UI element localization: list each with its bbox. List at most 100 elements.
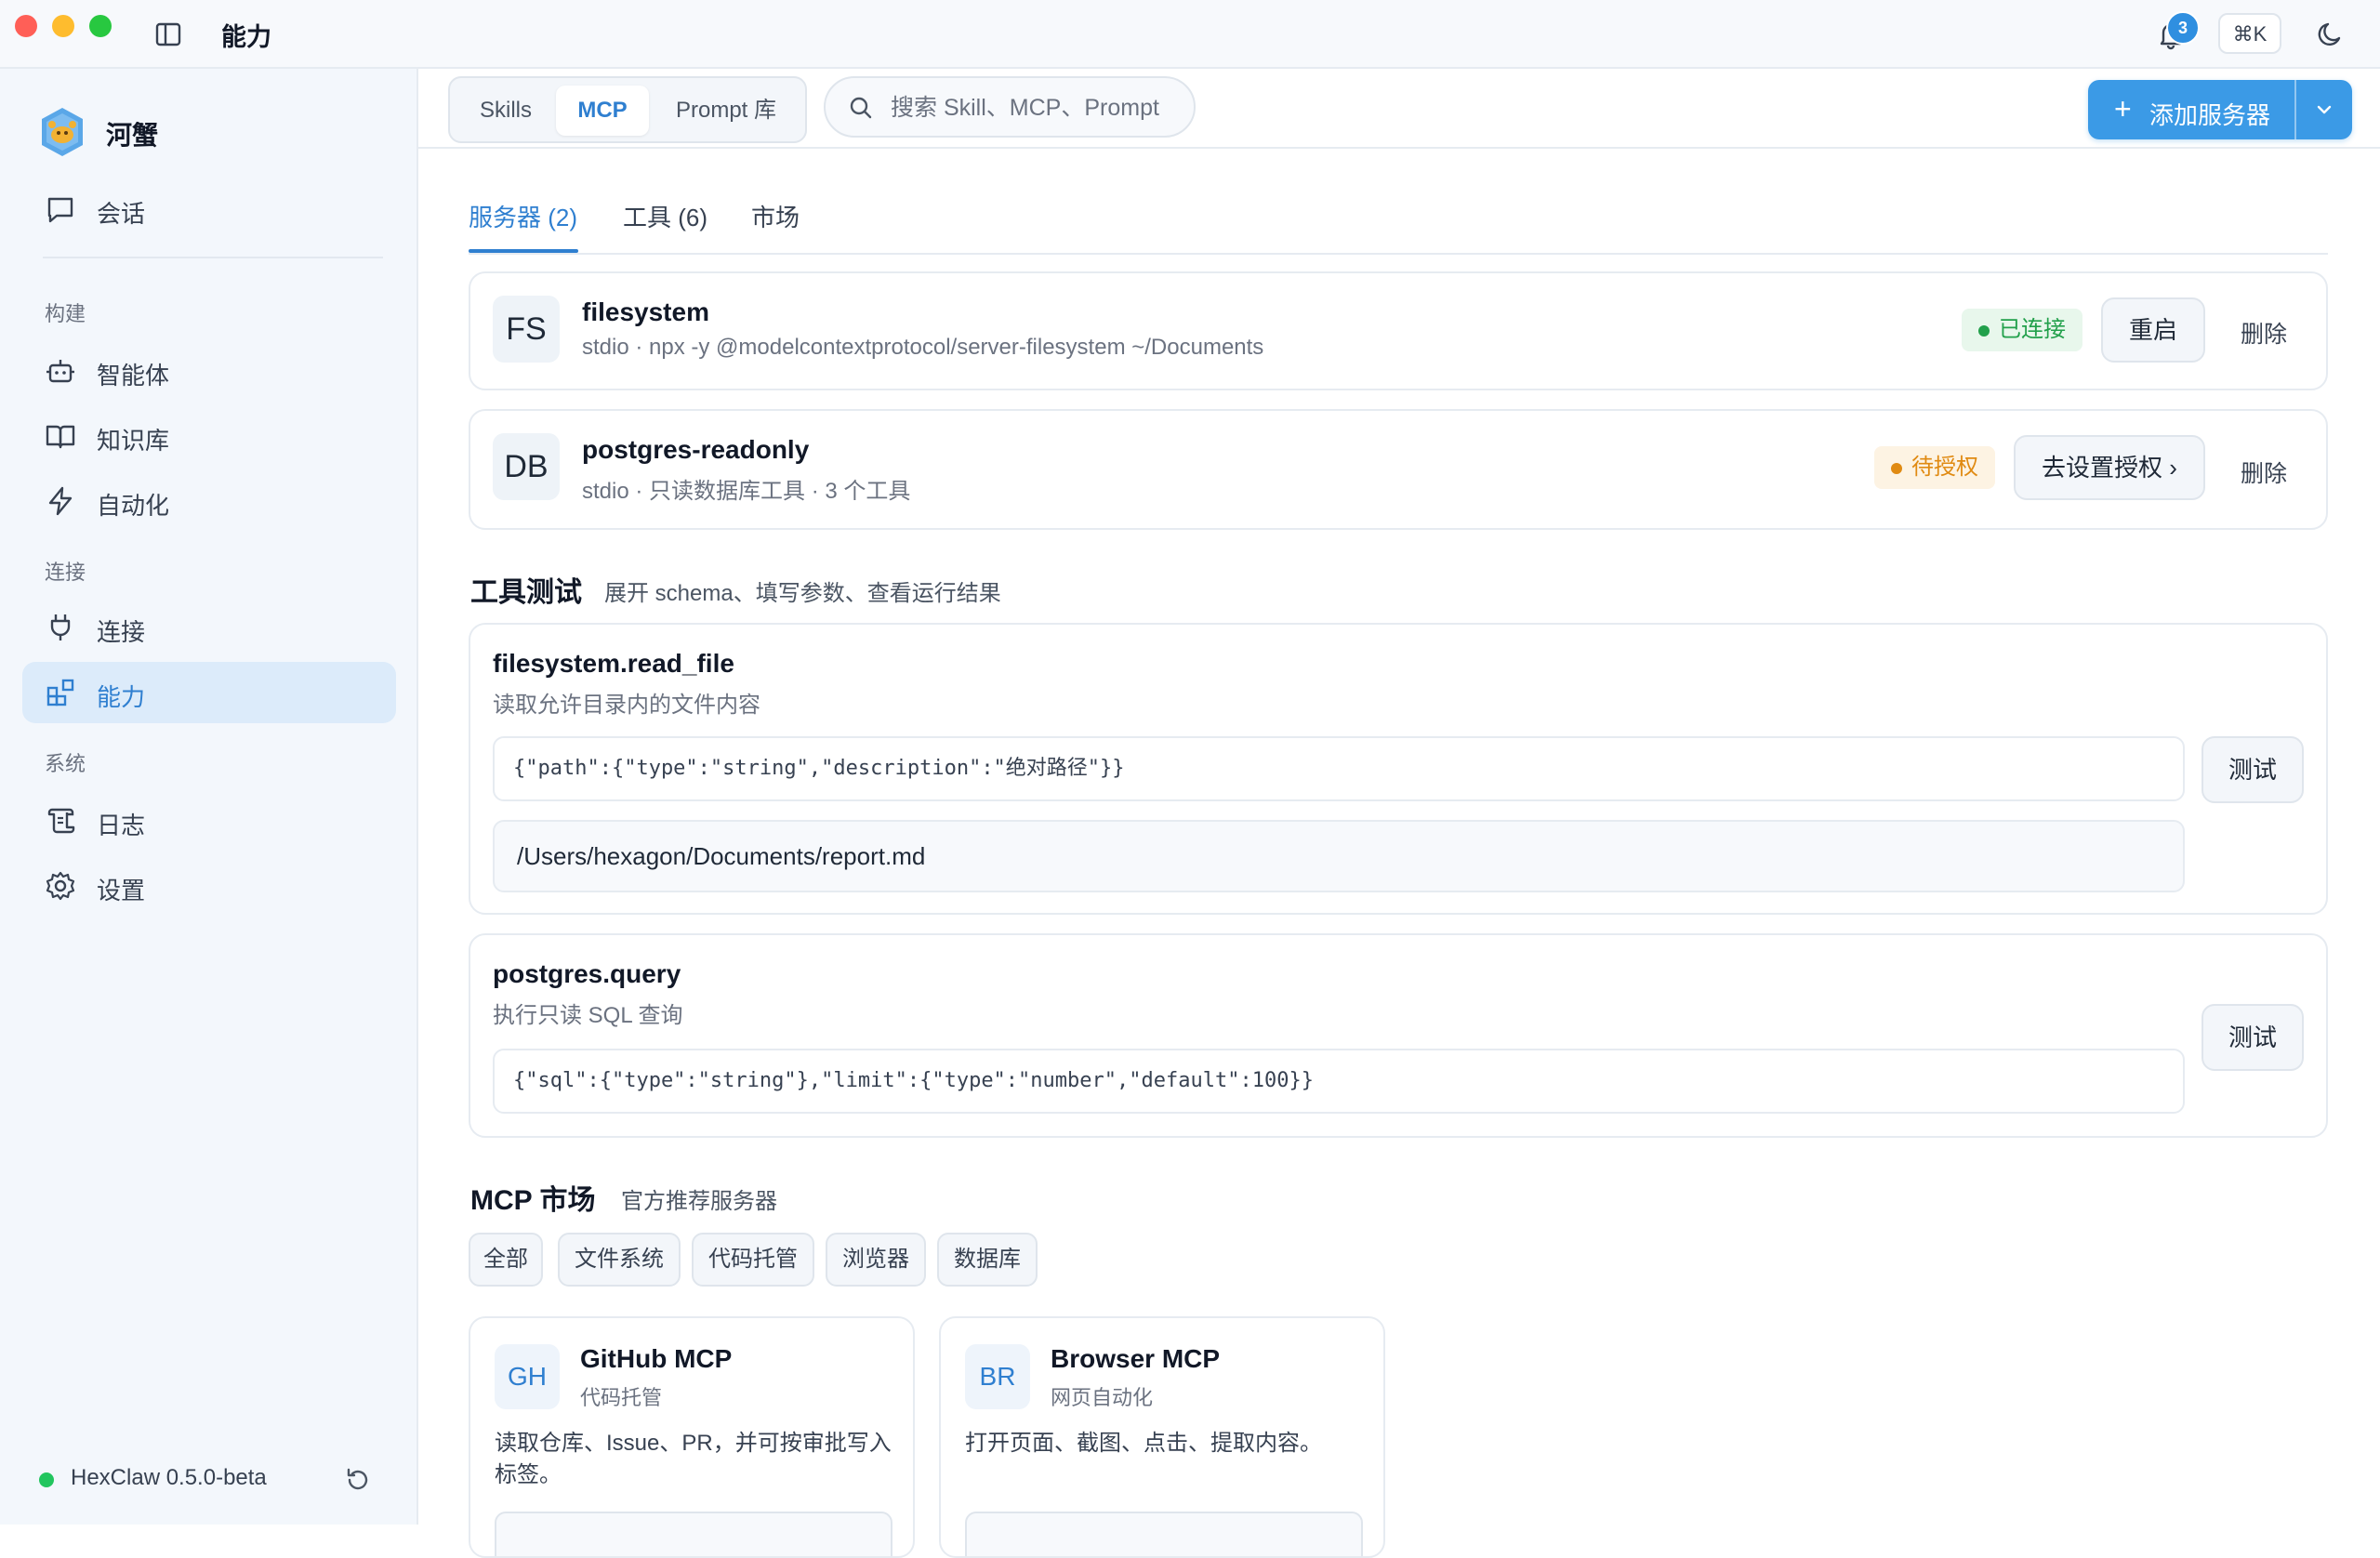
notification-badge: 3 xyxy=(2166,11,2200,45)
robot-icon xyxy=(46,360,74,383)
server-card-filesystem: FS filesystem stdio · npx -y @modelconte… xyxy=(469,271,2328,390)
filter-chip-database[interactable]: 数据库 xyxy=(937,1233,1038,1287)
online-status-dot xyxy=(39,1472,54,1487)
scroll-icon xyxy=(47,808,75,834)
market-card-name: Browser MCP xyxy=(1051,1344,1221,1373)
add-server-dropdown-button[interactable] xyxy=(2296,80,2352,139)
test-button[interactable]: 测试 xyxy=(2202,1004,2304,1071)
tool-test-subtitle: 展开 schema、填写参数、查看运行结果 xyxy=(604,581,1001,606)
status-dot xyxy=(1891,463,1902,474)
segment-control: Skills MCP Prompt 库 xyxy=(448,76,807,143)
sidebar-item-agents[interactable]: 智能体 xyxy=(22,340,396,402)
test-button[interactable]: 测试 xyxy=(2202,736,2304,803)
market-title: MCP 市场 xyxy=(470,1185,596,1216)
tab-tools[interactable]: 工具 (6) xyxy=(623,199,707,233)
server-description: stdio · npx -y @modelcontextprotocol/ser… xyxy=(582,335,1264,360)
lightning-icon xyxy=(48,486,73,516)
close-window-button[interactable] xyxy=(15,15,37,37)
minimize-window-button[interactable] xyxy=(52,15,74,37)
sub-tabs: 服务器 (2) 工具 (6) 市场 xyxy=(469,186,2328,255)
book-icon xyxy=(46,425,75,449)
tab-market[interactable]: 市场 xyxy=(751,199,800,233)
sidebar-item-chat[interactable]: 会话 xyxy=(22,178,396,240)
maximize-window-button[interactable] xyxy=(89,15,112,37)
plus-icon: + xyxy=(2114,92,2132,125)
filter-chip-browser[interactable]: 浏览器 xyxy=(826,1233,926,1287)
section-label-connect: 连接 xyxy=(45,561,86,584)
section-label-build: 构建 xyxy=(45,302,86,325)
market-card-browser[interactable]: BR Browser MCP 网页自动化 打开页面、截图、点击、提取内容。 xyxy=(939,1316,1385,1558)
configure-auth-button[interactable]: 去设置授权 › xyxy=(2014,435,2205,500)
sidebar-toggle-icon[interactable] xyxy=(154,20,182,48)
add-server-button[interactable]: + 添加服务器 xyxy=(2088,80,2294,139)
tool-description: 执行只读 SQL 查询 xyxy=(493,1003,683,1028)
search-input[interactable] xyxy=(889,87,1190,128)
market-card-github[interactable]: GH GitHub MCP 代码托管 读取仓库、Issue、PR，并可按审批写入… xyxy=(469,1316,915,1558)
tool-param-input[interactable] xyxy=(493,820,2185,892)
sidebar: 河蟹 会话 构建 智能体 知识库 自动化 连接 连接 能力 系统 日志 设置 xyxy=(0,69,418,1525)
sidebar-item-automation[interactable]: 自动化 xyxy=(22,470,396,532)
search-box xyxy=(824,76,1196,138)
server-name: postgres-readonly xyxy=(582,435,810,464)
page-title: 能力 xyxy=(221,23,271,51)
status-label: 待授权 xyxy=(1911,455,1978,480)
sidebar-item-settings[interactable]: 设置 xyxy=(22,855,396,917)
tab-servers[interactable]: 服务器 (2) xyxy=(469,199,577,233)
blocks-icon xyxy=(46,679,74,706)
market-card-avatar: BR xyxy=(965,1344,1030,1409)
market-card-name: GitHub MCP xyxy=(580,1344,733,1373)
market-card-description: 读取仓库、Issue、PR，并可按审批写入标签。 xyxy=(495,1431,892,1487)
add-server-button-group: + 添加服务器 xyxy=(2088,80,2352,139)
sidebar-item-label: 会话 xyxy=(97,200,146,228)
delete-button[interactable]: 删除 xyxy=(2241,456,2287,489)
search-icon xyxy=(850,97,872,119)
market-card-description: 打开页面、截图、点击、提取内容。 xyxy=(965,1431,1322,1456)
tool-name: postgres.query xyxy=(493,959,681,988)
sidebar-item-label: 设置 xyxy=(97,877,146,904)
gear-icon xyxy=(46,871,75,901)
filter-chip-all[interactable]: 全部 xyxy=(469,1233,543,1287)
status-label: 已连接 xyxy=(1999,317,2066,342)
title-bar: 能力 3 ⌘K xyxy=(0,0,2380,69)
tool-test-title: 工具测试 xyxy=(470,577,582,608)
hexclaw-logo xyxy=(42,108,83,156)
market-card-category: 网页自动化 xyxy=(1051,1386,1154,1409)
restart-button[interactable]: 重启 xyxy=(2101,297,2205,363)
market-card-install-button[interactable] xyxy=(495,1512,892,1556)
segment-prompt-library[interactable]: Prompt 库 xyxy=(656,86,796,136)
server-name: filesystem xyxy=(582,297,709,326)
market-card-avatar: GH xyxy=(495,1344,560,1409)
version-label: HexClaw 0.5.0-beta xyxy=(71,1465,267,1490)
sidebar-divider xyxy=(43,257,383,258)
filter-chip-code-hosting[interactable]: 代码托管 xyxy=(692,1233,814,1287)
sidebar-item-logs[interactable]: 日志 xyxy=(22,790,396,852)
sidebar-item-label: 自动化 xyxy=(97,492,170,520)
sidebar-item-label: 连接 xyxy=(97,618,146,646)
filter-chip-filesystem[interactable]: 文件系统 xyxy=(558,1233,681,1287)
refresh-icon[interactable] xyxy=(344,1466,372,1494)
server-avatar: DB xyxy=(493,433,560,500)
tool-card-read-file: filesystem.read_file 读取允许目录内的文件内容 {"path… xyxy=(469,623,2328,915)
brand-name: 河蟹 xyxy=(106,121,159,150)
market-card-category: 代码托管 xyxy=(580,1386,663,1409)
sidebar-item-connections[interactable]: 连接 xyxy=(22,597,396,658)
market-card-install-button[interactable] xyxy=(965,1512,1363,1556)
status-badge: 待授权 xyxy=(1874,446,1995,489)
segment-mcp[interactable]: MCP xyxy=(556,86,649,136)
sidebar-item-label: 知识库 xyxy=(97,427,170,455)
tool-card-postgres-query: postgres.query 执行只读 SQL 查询 {"sql":{"type… xyxy=(469,933,2328,1138)
status-badge: 已连接 xyxy=(1962,309,2082,351)
chevron-down-icon xyxy=(2317,105,2332,114)
add-server-label: 添加服务器 xyxy=(2149,101,2271,129)
segment-skills[interactable]: Skills xyxy=(461,86,550,136)
section-label-system: 系统 xyxy=(45,752,86,775)
sidebar-item-label: 能力 xyxy=(97,683,146,711)
tool-schema: {"sql":{"type":"string"},"limit":{"type"… xyxy=(493,1049,2185,1114)
plug-icon xyxy=(50,614,71,640)
sidebar-item-knowledge[interactable]: 知识库 xyxy=(22,405,396,467)
moon-icon[interactable] xyxy=(2315,19,2347,50)
sidebar-item-capabilities[interactable]: 能力 xyxy=(22,662,396,723)
command-palette-button[interactable]: ⌘K xyxy=(2218,13,2281,54)
server-avatar: FS xyxy=(493,296,560,363)
delete-button[interactable]: 删除 xyxy=(2241,316,2287,350)
